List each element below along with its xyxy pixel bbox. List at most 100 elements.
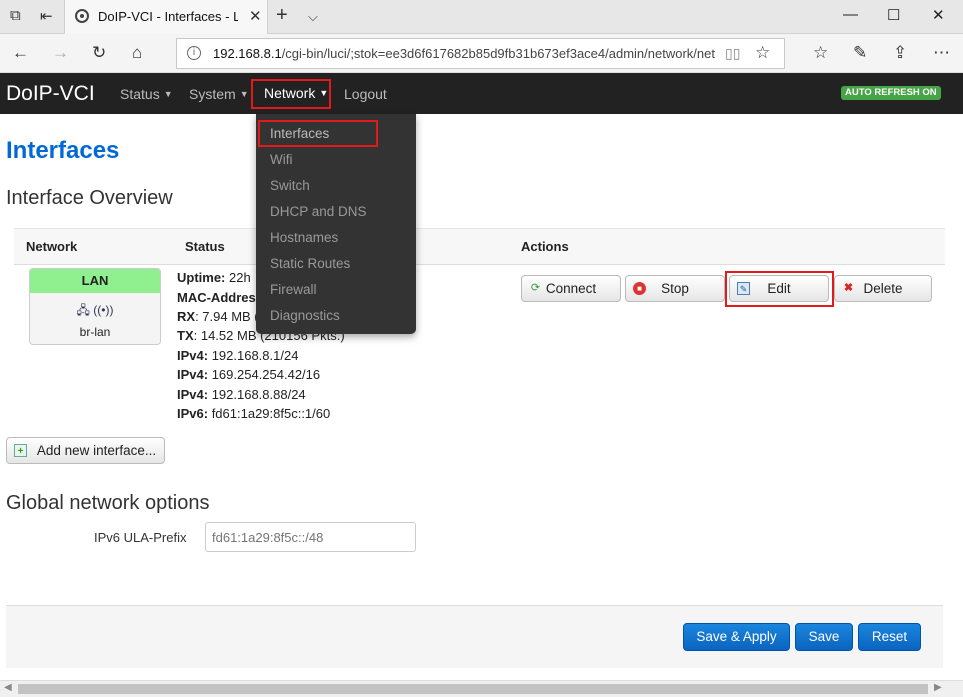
url-host: 192.168.8.1 (213, 46, 282, 61)
status-ipv4-1: IPv4: 192.168.8.1/24 (177, 348, 298, 363)
dropdown-item-dhcp-dns[interactable]: DHCP and DNS (270, 204, 367, 219)
back-icon[interactable]: ← (12, 43, 29, 63)
edit-button-highlight (725, 271, 834, 307)
connect-label: Connect (545, 281, 597, 296)
brand-logo[interactable]: DoIP-VCI (6, 82, 95, 106)
status-label: IPv4: (177, 387, 209, 402)
horizontal-scroll-thumb[interactable] (18, 684, 928, 694)
chevron-down-icon: ▼ (163, 89, 173, 99)
status-value: fd61:1a29:8f5c::1/60 (208, 406, 331, 421)
new-tab-icon[interactable]: + (276, 4, 288, 27)
status-ipv4-2: IPv4: 169.254.254.42/16 (177, 367, 320, 382)
address-toolbar: ← → ↻ ⌂ i 192.168.8.1/cgi-bin/luci/;stok… (0, 34, 963, 73)
minimize-icon[interactable]: — (843, 6, 858, 23)
interface-name: LAN (30, 269, 160, 293)
status-value: 169.254.254.42/16 (208, 367, 321, 382)
tab-title: DoIP-VCI - Interfaces - L (98, 9, 238, 24)
dropdown-item-static-routes[interactable]: Static Routes (270, 256, 350, 271)
more-menu-icon[interactable]: ⋯ (933, 43, 950, 63)
interface-device-icons: 🖧 ((•)) (30, 301, 160, 322)
status-value: 192.168.8.88/24 (208, 387, 306, 402)
add-new-interface-button[interactable]: + Add new interface... (6, 437, 165, 464)
tab-set-aside-icon[interactable]: ⧉ (10, 7, 21, 24)
reading-view-icon[interactable]: ▯▯ (725, 45, 740, 62)
status-uptime: Uptime: 22h (177, 270, 251, 285)
horizontal-scrollbar[interactable]: ◀ ▶ (0, 680, 963, 697)
menu-status-label: Status (120, 86, 160, 102)
dropdown-item-switch[interactable]: Switch (270, 178, 310, 193)
save-apply-button[interactable]: Save & Apply (683, 623, 790, 651)
tab-preview-icon[interactable]: ⇤ (40, 7, 53, 25)
status-label: TX (177, 328, 194, 343)
status-ipv4-3: IPv4: 192.168.8.88/24 (177, 387, 306, 402)
connect-button[interactable]: ⟳ Connect (521, 275, 621, 302)
status-label: IPv4: (177, 367, 209, 382)
menu-system[interactable]: System ▼ (189, 86, 249, 102)
site-favicon-icon (75, 9, 89, 23)
chevron-down-icon: ▼ (239, 89, 249, 99)
status-label: IPv6: (177, 406, 209, 421)
status-mac: MAC-Addres (177, 290, 256, 305)
maximize-icon[interactable]: ☐ (887, 6, 900, 24)
tab-list-chevron-icon[interactable]: ⌵ (308, 9, 318, 25)
status-value: 192.168.8.1/24 (208, 348, 299, 363)
delete-button[interactable]: ✖ Delete (834, 275, 932, 302)
notes-pen-icon[interactable]: ✎ (853, 43, 867, 63)
status-label: Uptime: (177, 270, 226, 285)
add-icon: + (14, 444, 27, 457)
global-options-heading: Global network options (6, 492, 210, 514)
site-info-icon[interactable]: i (187, 46, 201, 60)
status-label: IPv4: (177, 348, 209, 363)
dropdown-item-hostnames[interactable]: Hostnames (270, 230, 338, 245)
network-menu-highlight (251, 79, 331, 109)
url-bar[interactable]: i 192.168.8.1/cgi-bin/luci/;stok=ee3d6f6… (176, 38, 785, 69)
ula-prefix-label: IPv6 ULA-Prefix (94, 530, 187, 545)
stop-label: Stop (661, 281, 689, 296)
favorite-star-icon[interactable]: ☆ (755, 43, 770, 63)
status-rx: RX: 7.94 MB ( (177, 309, 259, 324)
add-new-interface-label: Add new interface... (36, 443, 157, 458)
favorites-list-icon[interactable]: ☆ (813, 43, 828, 63)
col-actions: Actions (521, 239, 569, 254)
window-close-icon[interactable]: ✕ (932, 6, 945, 24)
menu-status[interactable]: Status ▼ (120, 86, 173, 102)
menu-logout[interactable]: Logout (344, 86, 387, 102)
wireless-icon: ((•)) (93, 303, 114, 317)
tab-close-icon[interactable]: ✕ (249, 7, 262, 25)
stop-button[interactable]: ■ Stop (625, 275, 725, 302)
stop-icon: ■ (633, 282, 646, 295)
save-button[interactable]: Save (795, 623, 853, 651)
browser-tab[interactable]: DoIP-VCI - Interfaces - L ✕ (64, 0, 268, 34)
dropdown-item-wifi[interactable]: Wifi (270, 152, 293, 167)
ula-prefix-input[interactable] (205, 522, 416, 552)
menu-system-label: System (189, 86, 236, 102)
status-label: RX (177, 309, 196, 324)
delete-label: Delete (863, 281, 903, 296)
dropdown-item-diagnostics[interactable]: Diagnostics (270, 308, 340, 323)
dropdown-item-firewall[interactable]: Firewall (270, 282, 317, 297)
vertical-scrollbar[interactable] (946, 114, 963, 680)
auto-refresh-badge[interactable]: AUTO REFRESH ON (841, 86, 941, 100)
url-text[interactable]: 192.168.8.1/cgi-bin/luci/;stok=ee3d6f617… (213, 46, 715, 61)
status-label: MAC-Addres (177, 290, 256, 305)
interface-device: br-lan (79, 325, 111, 339)
forward-icon[interactable]: → (52, 43, 69, 63)
page-title: Interfaces (6, 137, 120, 164)
col-network: Network (26, 239, 78, 254)
interfaces-table-header: Network Status Actions (14, 228, 945, 265)
col-status: Status (185, 239, 225, 254)
home-icon[interactable]: ⌂ (132, 43, 142, 63)
reset-button[interactable]: Reset (858, 623, 921, 651)
refresh-icon[interactable]: ↻ (92, 43, 106, 63)
ethernet-icon: 🖧 (76, 303, 90, 317)
reload-icon: ⟳ (530, 282, 541, 294)
interface-overview-heading: Interface Overview (6, 187, 173, 209)
scroll-left-icon[interactable]: ◀ (4, 682, 12, 693)
delete-x-icon: ✖ (843, 282, 854, 294)
interfaces-item-highlight (258, 120, 378, 147)
url-path: /cgi-bin/luci/;stok=ee3d6f617682b85d9fb3… (281, 46, 715, 61)
share-icon[interactable]: ⇪ (893, 43, 907, 63)
network-dropdown-menu: Interfaces Wifi Switch DHCP and DNS Host… (256, 114, 416, 334)
status-value: 22h (225, 270, 251, 285)
scroll-right-icon[interactable]: ▶ (934, 682, 942, 693)
